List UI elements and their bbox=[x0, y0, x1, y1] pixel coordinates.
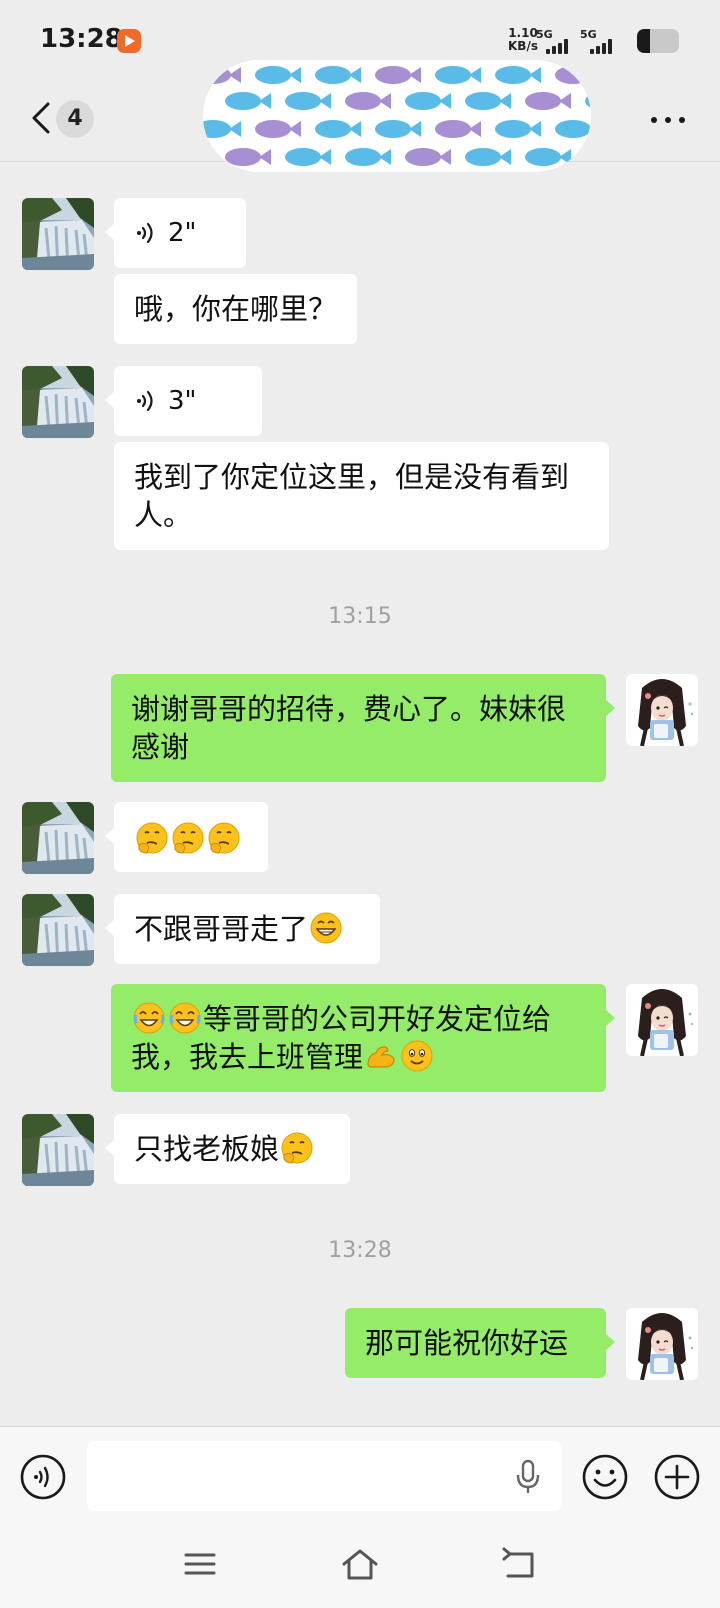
video-app-icon bbox=[117, 29, 141, 53]
more-options-button[interactable] bbox=[648, 110, 688, 130]
my-avatar[interactable] bbox=[626, 984, 698, 1056]
back-icon[interactable] bbox=[500, 1546, 540, 1582]
thinking-face-icon bbox=[207, 821, 241, 855]
signal-icon-sim2: 5G bbox=[580, 28, 620, 54]
plus-icon[interactable] bbox=[653, 1453, 701, 1501]
contact-avatar[interactable] bbox=[22, 1114, 94, 1186]
network-speed-unit: KB/s bbox=[508, 39, 538, 53]
grinning-face-icon bbox=[309, 911, 343, 945]
message-text-line: 我，我去上班管理 bbox=[131, 1038, 586, 1076]
message-text: 我，我去上班管理 bbox=[131, 1040, 364, 1074]
contact-avatar[interactable] bbox=[22, 366, 94, 438]
message-text: 哦，你在哪里？ bbox=[134, 292, 338, 326]
contact-avatar[interactable] bbox=[22, 198, 94, 270]
voice-icon bbox=[134, 221, 158, 245]
my-avatar[interactable] bbox=[626, 1308, 698, 1380]
message-text: 那可能祝你好运 bbox=[365, 1326, 569, 1360]
emoji-message-bubble[interactable] bbox=[105, 802, 268, 872]
message-text-line: 谢谢哥哥的招待，费心了。妹妹很 bbox=[131, 692, 567, 726]
message-text: 只找老板娘 bbox=[134, 1132, 280, 1166]
message-text-line: 人。 bbox=[134, 498, 193, 532]
network-speed: 1.10 KB/s bbox=[508, 27, 538, 53]
message-input[interactable] bbox=[87, 1441, 562, 1511]
voice-duration: 3" bbox=[168, 386, 197, 416]
voice-duration: 2" bbox=[168, 218, 197, 248]
contact-name-redacted[interactable] bbox=[203, 60, 591, 172]
battery-level bbox=[637, 29, 650, 53]
fish-pattern-mask bbox=[203, 60, 591, 172]
chat-header: 4 bbox=[0, 60, 720, 172]
battery-icon bbox=[637, 29, 679, 53]
signal-icon-sim1: 5G bbox=[536, 28, 576, 54]
thinking-face-icon bbox=[135, 821, 169, 855]
voice-message-bubble[interactable]: 3" bbox=[105, 366, 262, 436]
message-text-line: 感谢 bbox=[131, 730, 190, 764]
more-icon bbox=[651, 117, 685, 123]
sent-message-bubble[interactable]: 谢谢哥哥的招待，费心了。妹妹很 感谢 bbox=[111, 674, 615, 782]
input-bar bbox=[0, 1426, 720, 1524]
message-text-line: 我到了你定位这里，但是没有看到 bbox=[134, 460, 570, 494]
my-avatar[interactable] bbox=[626, 674, 698, 746]
text-message-bubble[interactable]: 哦，你在哪里？ bbox=[114, 274, 358, 344]
message-text: 等哥哥的公司开好发定位给 bbox=[203, 1002, 552, 1036]
voice-input-toggle-icon[interactable] bbox=[19, 1453, 67, 1501]
home-icon[interactable] bbox=[340, 1546, 380, 1582]
menu-icon[interactable] bbox=[180, 1546, 220, 1582]
text-message-bubble[interactable]: 我到了你定位这里，但是没有看到 人。 bbox=[114, 442, 609, 550]
text-message-bubble[interactable]: 不跟哥哥走了 bbox=[105, 894, 380, 964]
tears-of-joy-icon bbox=[168, 1001, 202, 1035]
flexed-arm-icon bbox=[364, 1039, 398, 1073]
contact-avatar[interactable] bbox=[22, 802, 94, 874]
voice-icon bbox=[134, 389, 158, 413]
system-navigation-bar bbox=[0, 1524, 720, 1608]
message-text: 不跟哥哥走了 bbox=[134, 912, 309, 946]
microphone-icon[interactable] bbox=[514, 1459, 542, 1495]
message-list[interactable]: 2" 哦，你在哪里？ 3" 我到了你定位这里，但是没有看到 人。 13:15 谢… bbox=[0, 162, 720, 1426]
sent-message-bubble[interactable]: 等哥哥的公司开好发定位给 我，我去上班管理 bbox=[111, 984, 615, 1092]
tears-of-joy-icon bbox=[132, 1001, 166, 1035]
slight-smile-icon bbox=[400, 1039, 434, 1073]
message-text-line: 等哥哥的公司开好发定位给 bbox=[131, 1000, 586, 1038]
emoji-icon[interactable] bbox=[581, 1453, 629, 1501]
text-message-bubble[interactable]: 只找老板娘 bbox=[105, 1114, 350, 1184]
sent-message-bubble[interactable]: 那可能祝你好运 bbox=[345, 1308, 615, 1378]
status-time: 13:28 bbox=[40, 24, 123, 54]
back-button[interactable] bbox=[28, 98, 58, 138]
signal-bars-icon bbox=[546, 38, 568, 54]
message-timestamp: 13:15 bbox=[328, 604, 392, 629]
unread-count-badge[interactable]: 4 bbox=[56, 100, 94, 138]
fish-shape bbox=[555, 120, 591, 138]
chevron-left-icon bbox=[32, 102, 50, 134]
message-timestamp: 13:28 bbox=[328, 1238, 392, 1263]
signal-bars-icon bbox=[590, 38, 612, 54]
voice-message-bubble[interactable]: 2" bbox=[105, 198, 246, 268]
thinking-face-icon bbox=[171, 821, 205, 855]
contact-avatar[interactable] bbox=[22, 894, 94, 966]
thinking-face-icon bbox=[280, 1131, 314, 1165]
